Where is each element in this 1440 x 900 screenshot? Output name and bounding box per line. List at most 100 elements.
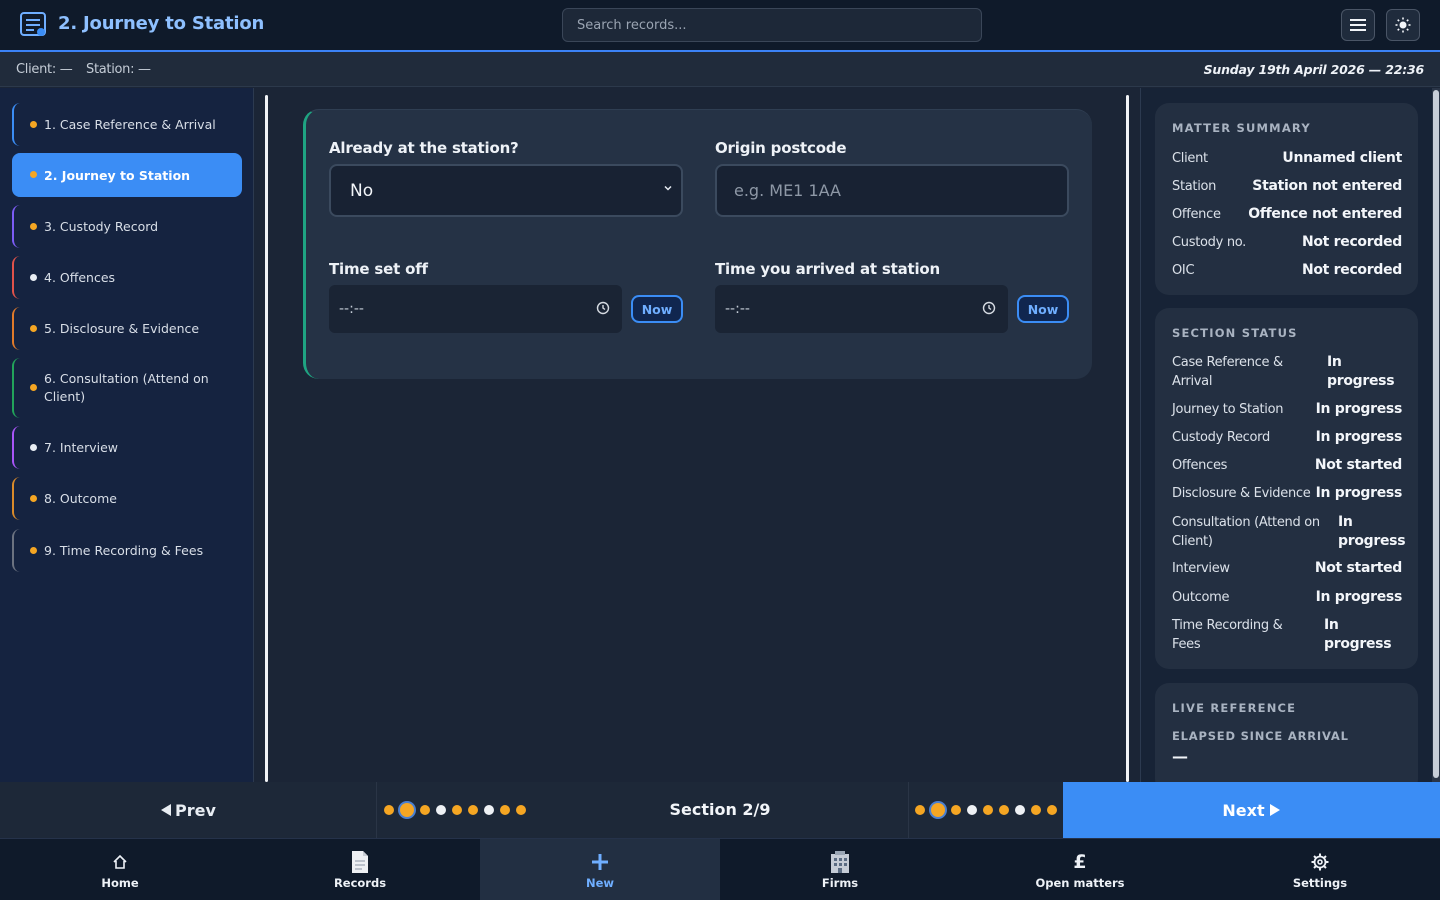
status-dot (30, 222, 37, 230)
sidebar-item-outcome[interactable]: 8. Outcome (12, 477, 242, 520)
progress-dot[interactable] (1015, 805, 1025, 815)
sidebar-item-journey[interactable]: 2. Journey to Station (12, 153, 242, 197)
sidebar-item-interview[interactable]: 7. Interview (12, 426, 242, 469)
section-status-card: SECTION STATUS Case Reference & Arrival I… (1155, 308, 1418, 669)
sidebar-item-time-recording[interactable]: 9. Time Recording & Fees (12, 529, 242, 572)
time-value: --:-- (339, 301, 364, 317)
sidebar-item-consultation[interactable]: 6. Consultation (Attend on Client) (12, 358, 242, 418)
progress-dots-right (915, 803, 1057, 817)
theme-toggle-button[interactable] (1386, 9, 1420, 41)
progress-dot[interactable] (967, 805, 977, 815)
tab-label: Firms (821, 876, 859, 890)
section-status-title: SECTION STATUS (1172, 326, 1298, 340)
status-value: Not started (1314, 457, 1402, 473)
prev-button[interactable]: Prev (0, 782, 376, 838)
origin-postcode-input[interactable] (715, 164, 1069, 217)
progress-dot[interactable] (420, 805, 430, 815)
tab-new[interactable]: New (480, 839, 720, 900)
time-arrived-label: Time you arrived at station (715, 260, 940, 278)
progress-dot[interactable] (1047, 805, 1057, 815)
sidebar-item-disclosure[interactable]: 5. Disclosure & Evidence (12, 307, 242, 350)
summary-key: Client (1172, 151, 1208, 166)
progress-dot[interactable] (983, 805, 993, 815)
triangle-right-icon (1269, 804, 1280, 816)
already-at-station-label: Already at the station? (329, 139, 519, 157)
status-dot (30, 546, 37, 554)
status-dot (30, 324, 37, 332)
divider (376, 782, 377, 838)
status-value: In progress (1338, 514, 1406, 549)
sidebar-item-label: 9. Time Recording & Fees (44, 543, 204, 558)
context-station: Station: — (86, 62, 151, 77)
progress-dot-current[interactable] (931, 803, 945, 817)
search-input[interactable] (562, 8, 982, 42)
tab-records[interactable]: Records (240, 839, 480, 900)
status-dot (30, 384, 37, 391)
status-key: Offences (1172, 458, 1228, 473)
progress-dot[interactable] (951, 805, 961, 815)
sidebar-item-custody-record[interactable]: 3. Custody Record (12, 205, 242, 248)
progress-dot[interactable] (436, 805, 446, 815)
status-value: In progress (1327, 354, 1395, 389)
status-key: Interview (1172, 561, 1230, 576)
progress-dot[interactable] (500, 805, 510, 815)
status-dot (30, 443, 37, 451)
clock-icon[interactable] (982, 301, 996, 315)
progress-dot-current[interactable] (400, 803, 414, 817)
summary-key: Offence (1172, 207, 1221, 222)
progress-dot[interactable] (999, 805, 1009, 815)
summary-key: OIC (1172, 263, 1195, 278)
tab-home[interactable]: Home (0, 839, 240, 900)
progress-dot[interactable] (384, 805, 394, 815)
tab-open-matters[interactable]: £ Open matters (960, 839, 1200, 900)
sidebar-scrollbar[interactable] (265, 95, 268, 782)
right-panel-scrollbar-thumb[interactable] (1433, 90, 1439, 778)
progress-dot[interactable] (468, 805, 478, 815)
triangle-left-icon (161, 804, 172, 816)
set-off-now-button[interactable]: Now (631, 295, 683, 323)
tab-settings[interactable]: Settings (1200, 839, 1440, 900)
status-dot (30, 120, 37, 128)
building-icon (831, 851, 849, 873)
status-dot (30, 494, 37, 502)
sun-icon (1395, 17, 1411, 33)
plus-icon (592, 854, 608, 870)
tab-label: Open matters (1035, 876, 1125, 890)
sidebar-item-case-reference[interactable]: 1. Case Reference & Arrival (12, 103, 242, 146)
sidebar-item-offences[interactable]: 4. Offences (12, 256, 242, 299)
sidebar-item-label: 8. Outcome (44, 491, 117, 506)
select-value: No (350, 180, 374, 201)
main-scrollbar[interactable] (1126, 95, 1129, 782)
status-value: In progress (1315, 485, 1403, 501)
context-bar: Client: — Station: — Sunday 19th April 2… (0, 52, 1440, 87)
tab-firms[interactable]: Firms (720, 839, 960, 900)
sidebar-item-label: 2. Journey to Station (44, 167, 191, 183)
progress-dot[interactable] (1031, 805, 1041, 815)
progress-dot[interactable] (516, 805, 526, 815)
time-arrived-input[interactable]: --:-- (715, 285, 1008, 333)
progress-dot[interactable] (452, 805, 462, 815)
summary-value: Station not entered (1252, 178, 1402, 194)
home-icon (113, 854, 127, 869)
progress-dot[interactable] (484, 805, 494, 815)
progress-dot[interactable] (915, 805, 925, 815)
top-bar: 2. Journey to Station (0, 0, 1440, 52)
summary-value: Not recorded (1301, 234, 1402, 250)
menu-button[interactable] (1341, 9, 1375, 41)
status-key: Consultation (Attend on Client) (1172, 515, 1320, 549)
clock-icon[interactable] (596, 301, 610, 315)
already-at-station-select[interactable]: No (329, 164, 683, 217)
time-set-off-input[interactable]: --:-- (329, 285, 622, 333)
chevron-down-icon (664, 185, 672, 191)
status-dot (30, 273, 37, 281)
arrived-now-button[interactable]: Now (1017, 295, 1069, 323)
progress-dots-left (384, 803, 526, 817)
origin-postcode-label: Origin postcode (715, 139, 847, 157)
next-button[interactable]: Next (1063, 782, 1440, 838)
gear-icon (1311, 853, 1329, 871)
hamburger-icon (1350, 19, 1366, 31)
summary-value: Offence not entered (1248, 206, 1402, 222)
tab-label: Records (333, 876, 387, 890)
sidebar-item-label: 3. Custody Record (44, 219, 159, 234)
sidebar-item-label: 7. Interview (44, 440, 119, 455)
